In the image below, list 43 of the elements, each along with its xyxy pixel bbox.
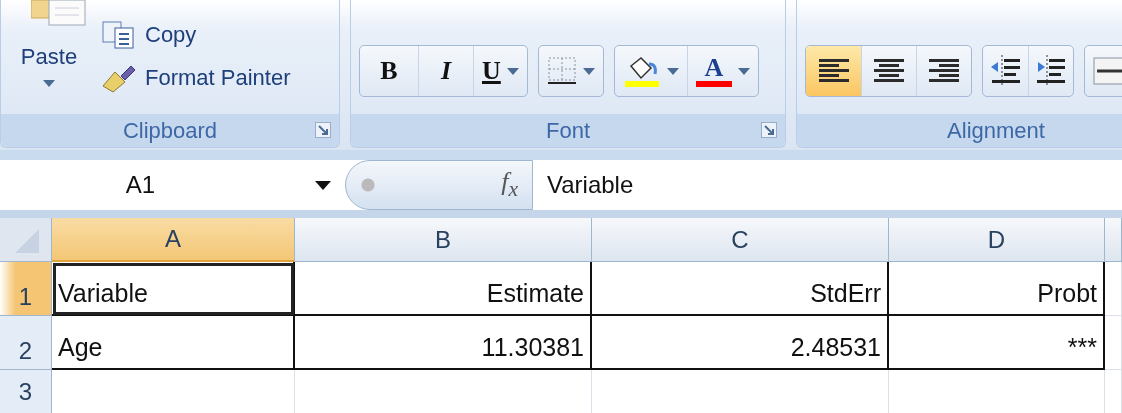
increase-indent-icon bbox=[1035, 55, 1067, 87]
font-color-button[interactable]: A bbox=[686, 46, 758, 96]
table-cell bbox=[1105, 316, 1122, 370]
align-left-icon bbox=[817, 58, 850, 84]
bold-button[interactable]: B bbox=[360, 46, 418, 96]
decrease-indent-icon bbox=[989, 55, 1022, 87]
row-header[interactable]: 1 bbox=[0, 262, 52, 316]
caret-icon bbox=[315, 180, 331, 190]
italic-button[interactable]: I bbox=[418, 46, 473, 96]
formula-field[interactable]: Variable bbox=[533, 160, 1122, 210]
copy-button[interactable]: Copy bbox=[97, 20, 295, 50]
column-header[interactable]: B bbox=[295, 218, 592, 262]
wrap-text-icon bbox=[1093, 56, 1122, 86]
dialog-launcher-icon[interactable] bbox=[761, 122, 777, 138]
copy-icon bbox=[101, 20, 137, 50]
row-header[interactable]: 2 bbox=[0, 316, 52, 370]
table-cell: Age bbox=[52, 316, 295, 370]
format-painter-button[interactable]: Format Painter bbox=[97, 62, 295, 94]
group-label: Alignment bbox=[947, 117, 1045, 144]
column-header[interactable]: D bbox=[889, 218, 1105, 262]
clipboard-icon bbox=[31, 0, 87, 26]
table-cell: Probt bbox=[889, 262, 1105, 316]
table-cell: 2.48531 bbox=[592, 316, 889, 370]
row-header[interactable]: 3 bbox=[0, 370, 52, 413]
group-label: Font bbox=[546, 117, 590, 144]
borders-icon bbox=[546, 56, 577, 86]
align-center-icon bbox=[873, 58, 905, 84]
table-cell: Estimate bbox=[295, 262, 592, 316]
table-cell: Variable bbox=[52, 262, 295, 316]
table-cell: *** bbox=[889, 316, 1105, 370]
insert-function-button[interactable]: f$_{x}$ bbox=[345, 160, 533, 210]
underline-button[interactable]: U bbox=[473, 46, 527, 96]
align-right-icon bbox=[928, 58, 960, 84]
column-header[interactable]: C bbox=[592, 218, 889, 262]
column-header[interactable]: A bbox=[52, 218, 295, 262]
table-cell: StdErr bbox=[592, 262, 889, 316]
table-cell bbox=[1105, 262, 1122, 316]
name-box[interactable]: A1 bbox=[0, 160, 345, 210]
paste-button[interactable]: Paste bbox=[1, 0, 97, 114]
group-label: Clipboard bbox=[122, 117, 218, 144]
align-left-button[interactable] bbox=[806, 46, 861, 96]
dialog-launcher-icon[interactable] bbox=[315, 122, 331, 138]
table-cell: 11.30381 bbox=[295, 316, 592, 370]
